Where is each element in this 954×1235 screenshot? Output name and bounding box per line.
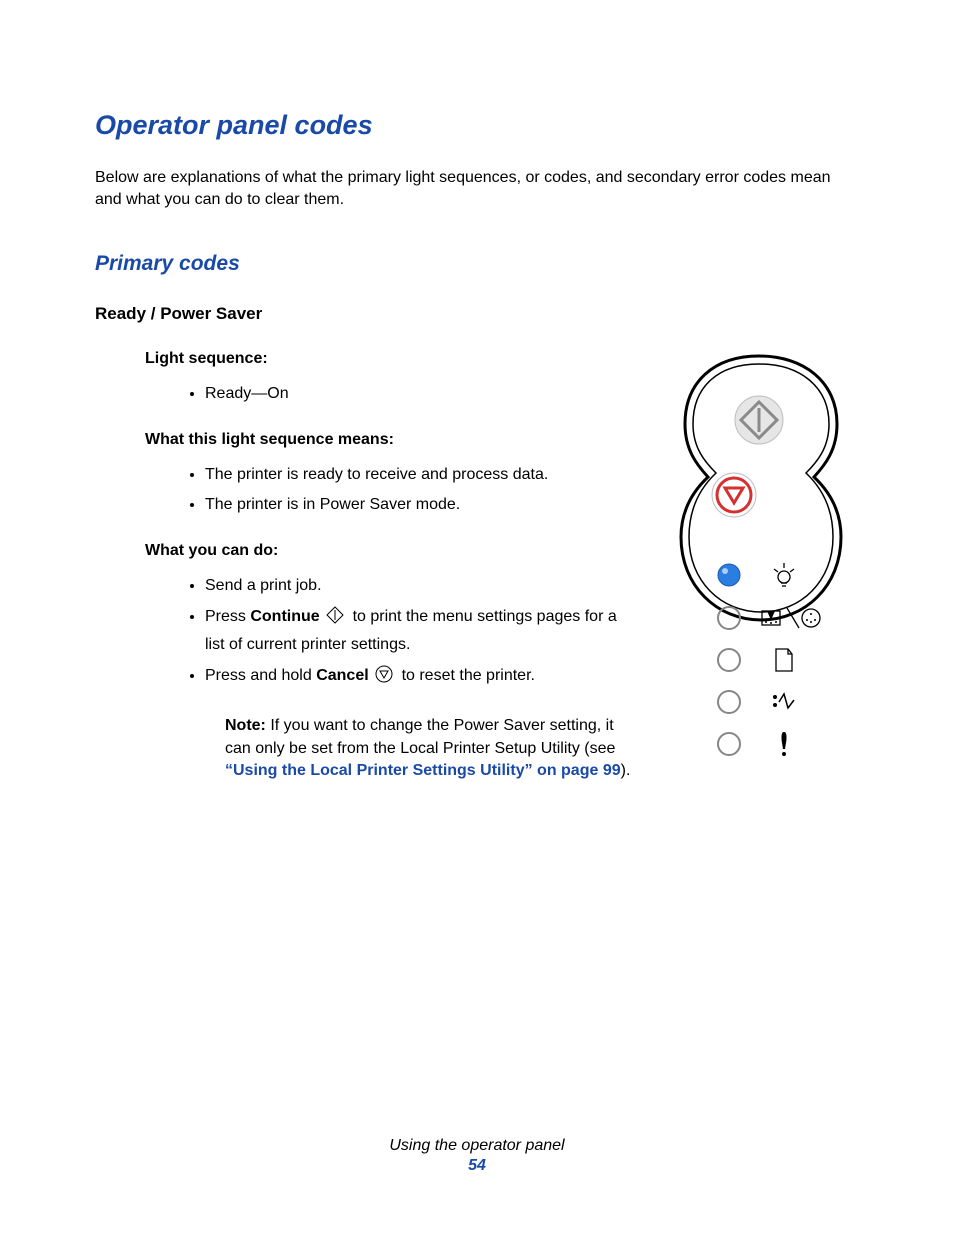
cancel-triangle-icon [375, 665, 393, 692]
note-text: If you want to change the Power Saver se… [225, 717, 615, 756]
page-footer: Using the operator panel 54 [0, 1137, 954, 1175]
list-item: Ready—On [205, 382, 639, 407]
continue-diamond-icon [326, 606, 344, 633]
indicator-off-icon [718, 649, 740, 671]
operator-panel-diagram [659, 350, 859, 770]
text-fragment: Press [205, 608, 250, 625]
list-item: Press and hold Cancel to reset the print… [205, 664, 639, 692]
content-row: Light sequence: Ready—On What this light… [95, 350, 859, 783]
note-text-end: ). [621, 762, 631, 779]
cancel-button-icon [712, 473, 756, 517]
text-fragment: Press and hold [205, 667, 316, 684]
paper-icon [776, 649, 792, 671]
continue-label: Continue [250, 608, 319, 625]
means-list: The printer is ready to receive and proc… [95, 463, 639, 519]
indicator-off-icon [718, 691, 740, 713]
intro-paragraph: Below are explanations of what the prima… [95, 167, 855, 212]
cancel-label: Cancel [316, 667, 368, 684]
error-exclamation-icon [781, 732, 786, 756]
means-heading: What this light sequence means: [145, 431, 639, 449]
cross-reference-link[interactable]: “Using the Local Printer Settings Utilit… [225, 762, 621, 779]
list-item: The printer is in Power Saver mode. [205, 493, 639, 518]
indicator-off-icon [718, 733, 740, 755]
page-title: Operator panel codes [95, 110, 859, 141]
list-item: Press Continue to print the menu setting… [205, 605, 639, 658]
light-sequence-list: Ready—On [95, 382, 639, 407]
document-page: Operator panel codes Below are explanati… [0, 0, 954, 1235]
list-item: The printer is ready to receive and proc… [205, 463, 639, 488]
page-number: 54 [0, 1157, 954, 1175]
ready-light-on-icon [718, 564, 740, 586]
do-heading: What you can do: [145, 542, 639, 560]
text-fragment: to reset the printer. [402, 667, 535, 684]
do-list: Send a print job. Press Continue to prin… [95, 574, 639, 691]
light-sequence-heading: Light sequence: [145, 350, 639, 368]
continue-button-icon [735, 396, 783, 444]
drum-icon [802, 609, 820, 627]
text-column: Light sequence: Ready—On What this light… [95, 350, 639, 783]
footer-title: Using the operator panel [389, 1137, 564, 1154]
note-label: Note: [225, 717, 266, 734]
note-block: Note: If you want to change the Power Sa… [225, 715, 639, 782]
section-heading-primary: Primary codes [95, 252, 859, 276]
topic-heading: Ready / Power Saver [95, 304, 859, 324]
panel-diagram-column [659, 350, 859, 783]
list-item: Send a print job. [205, 574, 639, 599]
paper-jam-icon [773, 694, 794, 708]
